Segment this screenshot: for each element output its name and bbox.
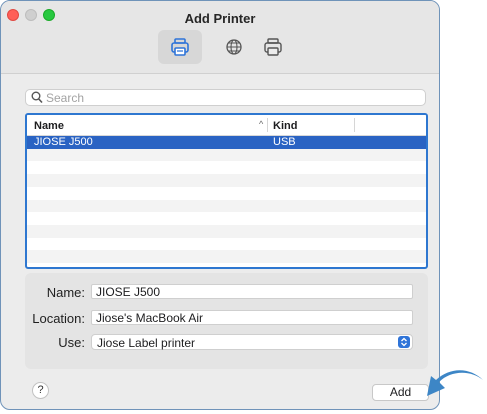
location-label: Location: — [32, 311, 85, 326]
empty-row — [27, 238, 426, 251]
search-input[interactable] — [46, 90, 406, 105]
search-icon — [31, 91, 43, 104]
empty-row — [27, 187, 426, 200]
empty-row — [27, 212, 426, 225]
printer-list[interactable]: Name ^ Kind JIOSE J500 USB — [25, 113, 428, 269]
printer-kind-cell: USB — [273, 136, 296, 148]
empty-row — [27, 250, 426, 263]
empty-row — [27, 148, 426, 162]
table-header: Name ^ Kind — [27, 115, 426, 136]
empty-row — [27, 161, 426, 174]
add-printer-window: Add Printer Search Name ^ Kind JIOSE J50… — [0, 0, 440, 410]
default-printer-icon — [171, 38, 189, 56]
pointer-arrow-icon — [427, 370, 483, 396]
empty-row — [27, 224, 426, 238]
ip-printer-tab[interactable] — [212, 30, 256, 64]
use-label: Use: — [58, 335, 85, 350]
windows-printer-tab[interactable] — [251, 30, 295, 64]
help-button[interactable]: ? — [32, 382, 49, 399]
window-title: Add Printer — [184, 11, 256, 26]
printer-name-cell: JIOSE J500 — [34, 136, 93, 148]
name-label: Name: — [46, 285, 85, 300]
location-field[interactable] — [91, 310, 413, 325]
use-driver-value: Jiose Label printer — [97, 336, 196, 350]
use-driver-select[interactable]: Jiose Label printer — [91, 334, 413, 350]
windows-printer-icon — [264, 38, 282, 56]
toolbar: Add Printer — [1, 1, 439, 74]
column-divider — [354, 118, 355, 132]
add-button[interactable]: Add — [372, 384, 429, 401]
table-row[interactable]: JIOSE J500 USB — [27, 136, 426, 149]
search-field[interactable] — [25, 89, 426, 106]
column-divider — [267, 118, 268, 132]
default-printer-tab[interactable] — [158, 30, 202, 64]
empty-row — [27, 199, 426, 213]
column-header-kind[interactable]: Kind — [273, 120, 297, 132]
chevron-updown-icon — [398, 336, 410, 348]
empty-row — [27, 174, 426, 187]
sort-ascending-icon: ^ — [259, 119, 264, 129]
printer-details-panel: Name: Location: Use: Jiose Label printer — [25, 273, 428, 369]
column-header-name[interactable]: Name — [34, 120, 64, 132]
name-field[interactable] — [91, 284, 413, 299]
globe-icon — [226, 39, 242, 55]
